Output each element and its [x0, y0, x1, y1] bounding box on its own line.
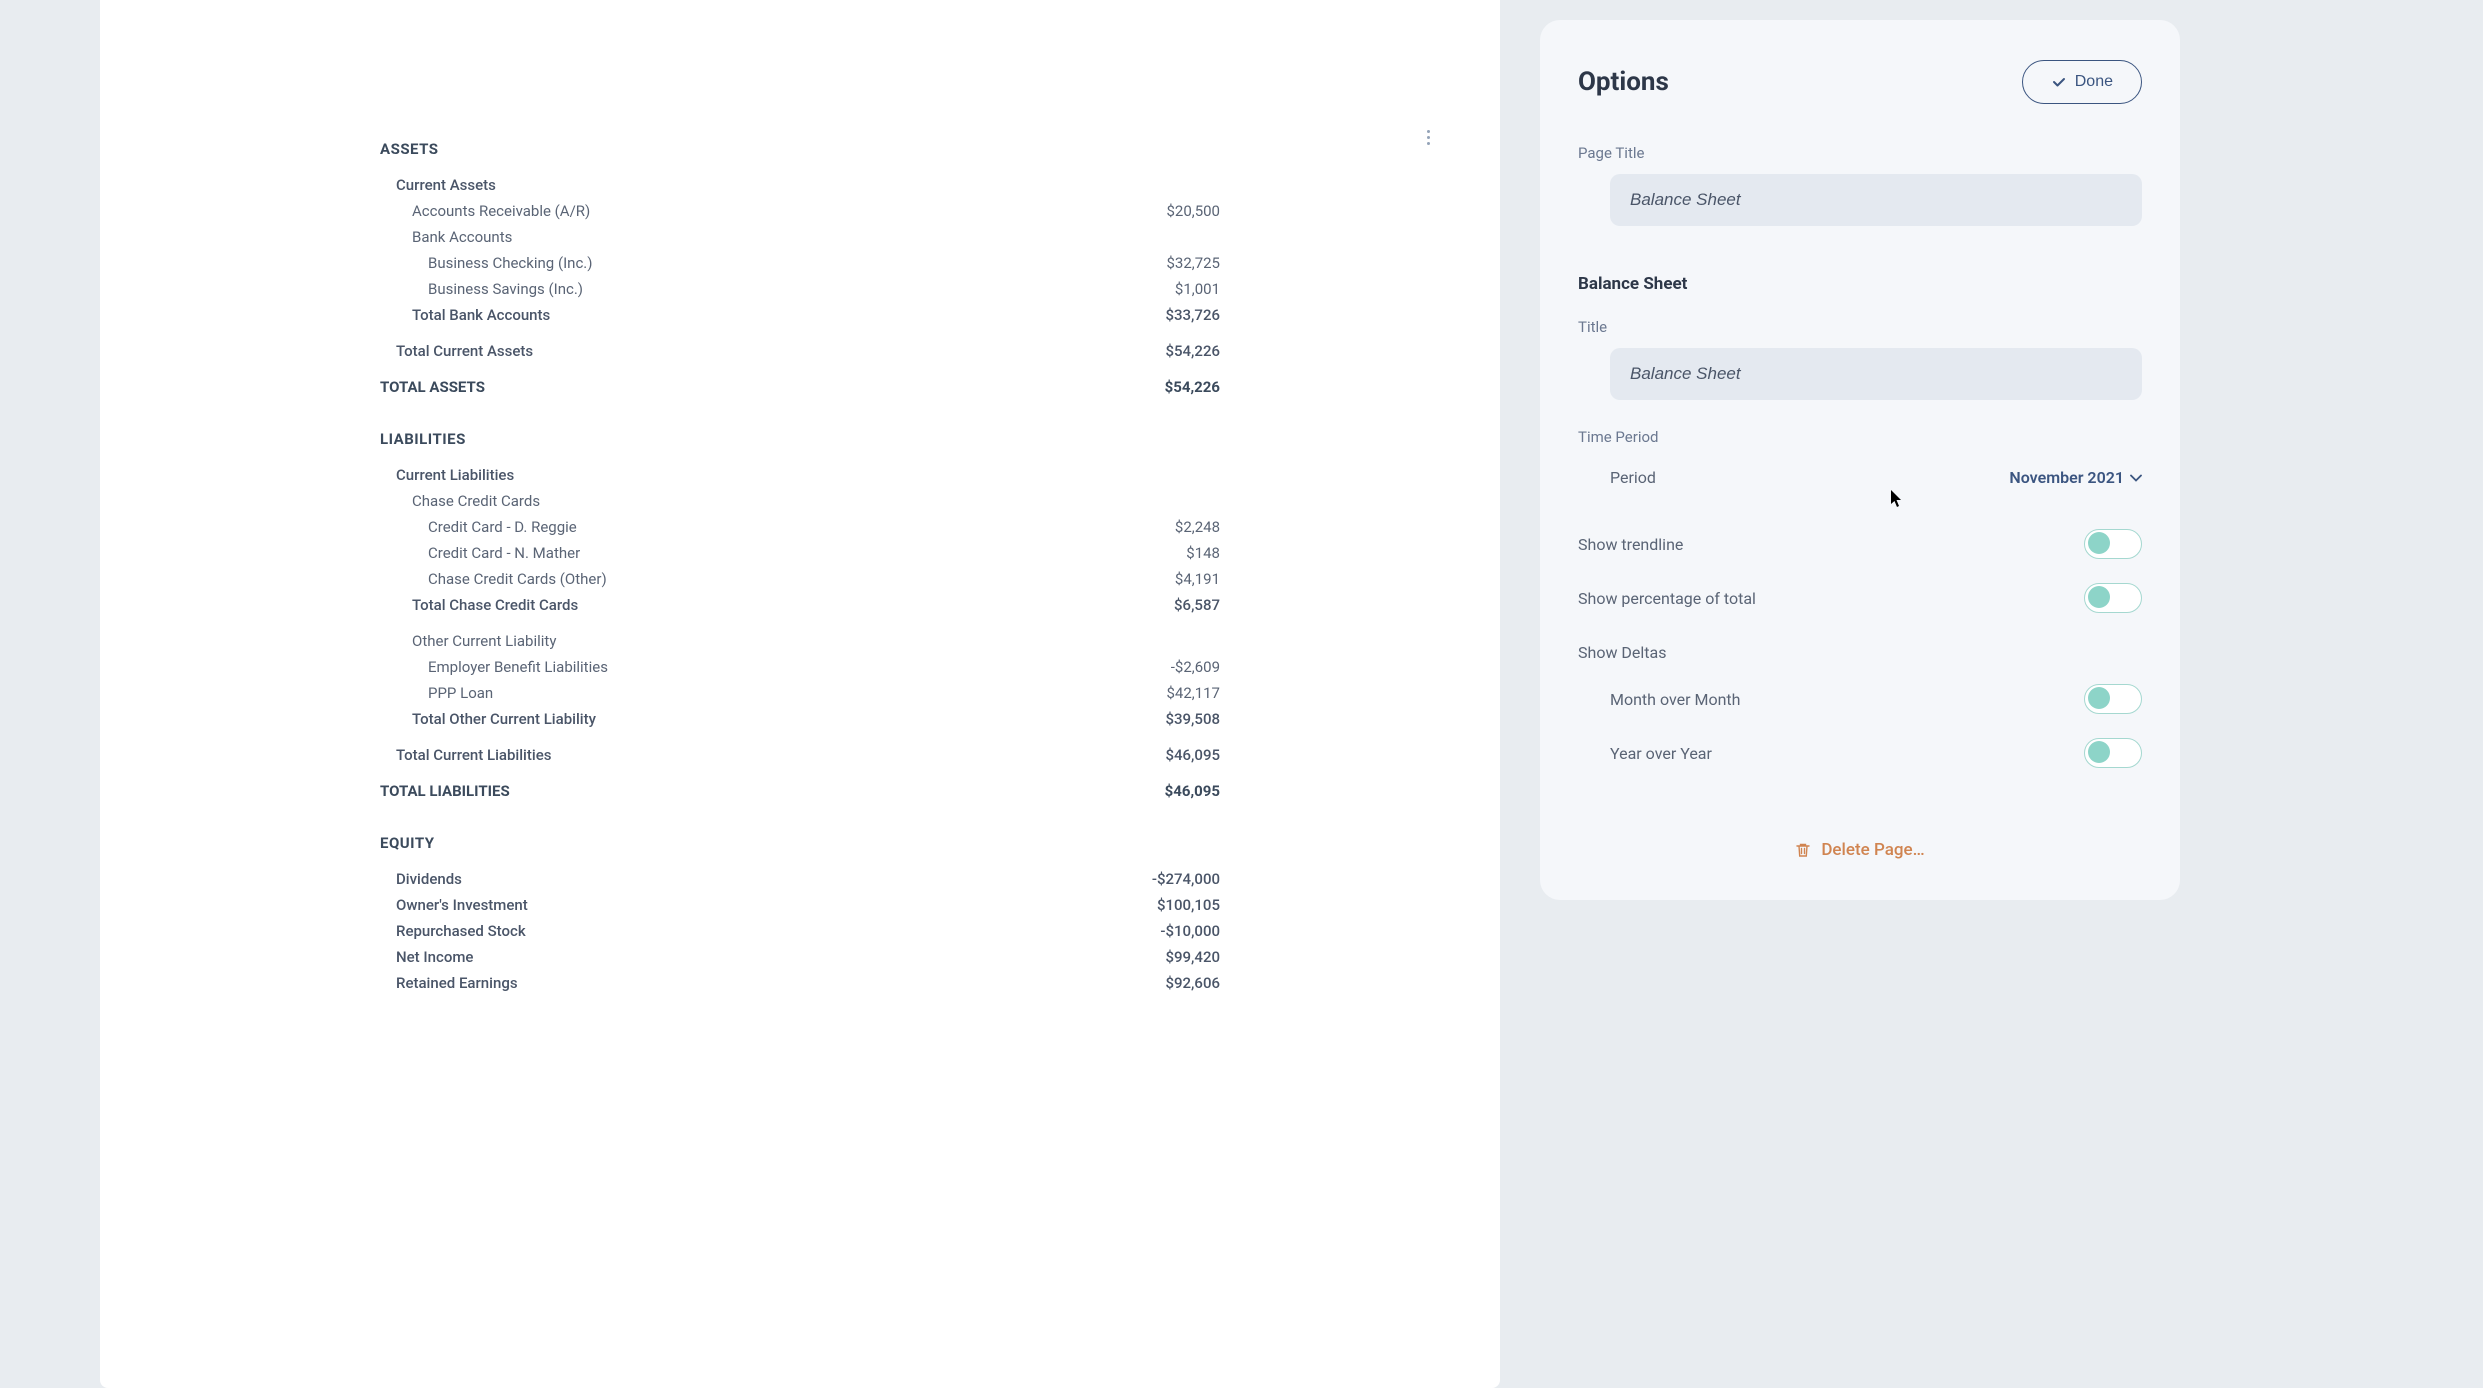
total-liabilities: TOTAL LIABILITIES$46,095	[380, 778, 1220, 804]
chase-cards-label: Chase Credit Cards	[380, 488, 1220, 514]
year-over-year-label: Year over Year	[1610, 744, 1712, 763]
total-current-assets: Total Current Assets$54,226	[380, 338, 1220, 364]
period-label: Period	[1610, 468, 1656, 487]
month-over-month-label: Month over Month	[1610, 690, 1740, 709]
check-icon	[2051, 74, 2067, 90]
month-over-month-toggle[interactable]	[2084, 684, 2142, 714]
balance-sheet-document: ASSETS Current Assets Accounts Receivabl…	[100, 0, 1500, 1388]
other-liability-label: Other Current Liability	[380, 628, 1220, 654]
year-over-year-toggle[interactable]	[2084, 738, 2142, 768]
line-item: Credit Card - D. Reggie$2,248	[380, 514, 1220, 540]
done-button[interactable]: Done	[2022, 60, 2142, 104]
total-other-liability: Total Other Current Liability$39,508	[380, 706, 1220, 732]
page-title-label: Page Title	[1578, 144, 2142, 162]
chevron-down-icon	[2130, 474, 2142, 482]
show-percent-toggle[interactable]	[2084, 583, 2142, 613]
kebab-menu-icon[interactable]	[1416, 125, 1440, 149]
line-item: Net Income$99,420	[380, 944, 1220, 970]
line-item: Repurchased Stock-$10,000	[380, 918, 1220, 944]
show-trendline-label: Show trendline	[1578, 535, 1683, 554]
period-dropdown[interactable]: November 2021	[2009, 468, 2142, 487]
title-input[interactable]	[1610, 348, 2142, 400]
trash-icon	[1795, 842, 1811, 858]
total-assets: TOTAL ASSETS$54,226	[380, 374, 1220, 400]
show-trendline-toggle[interactable]	[2084, 529, 2142, 559]
delete-page-button[interactable]: Delete Page…	[1578, 840, 2142, 860]
assets-heading: ASSETS	[380, 140, 1220, 158]
title-label: Title	[1578, 318, 2142, 336]
options-panel: Options Done Page Title Balance Sheet Ti…	[1540, 20, 2180, 900]
line-item: Owner's Investment$100,105	[380, 892, 1220, 918]
line-item: Business Checking (Inc.)$32,725	[380, 250, 1220, 276]
line-item: Accounts Receivable (A/R)$20,500	[380, 198, 1220, 224]
bank-accounts-label: Bank Accounts	[380, 224, 1220, 250]
total-bank-accounts: Total Bank Accounts$33,726	[380, 302, 1220, 328]
time-period-label: Time Period	[1578, 428, 2142, 446]
show-deltas-label: Show Deltas	[1578, 643, 2142, 662]
current-liabilities-label: Current Liabilities	[380, 462, 1220, 488]
balance-sheet-section-heading: Balance Sheet	[1578, 274, 2142, 294]
line-item: Chase Credit Cards (Other)$4,191	[380, 566, 1220, 592]
line-item: Retained Earnings$92,606	[380, 970, 1220, 996]
liabilities-heading: LIABILITIES	[380, 430, 1220, 448]
line-item: PPP Loan$42,117	[380, 680, 1220, 706]
page-title-input[interactable]	[1610, 174, 2142, 226]
line-item: Credit Card - N. Mather$148	[380, 540, 1220, 566]
equity-heading: EQUITY	[380, 834, 1220, 852]
line-item: Employer Benefit Liabilities-$2,609	[380, 654, 1220, 680]
line-item: Dividends-$274,000	[380, 866, 1220, 892]
total-chase-cards: Total Chase Credit Cards$6,587	[380, 592, 1220, 618]
line-item: Business Savings (Inc.)$1,001	[380, 276, 1220, 302]
options-title: Options	[1578, 67, 1669, 97]
show-percent-label: Show percentage of total	[1578, 589, 1756, 608]
total-current-liabilities: Total Current Liabilities$46,095	[380, 742, 1220, 768]
current-assets-label: Current Assets	[380, 172, 1220, 198]
